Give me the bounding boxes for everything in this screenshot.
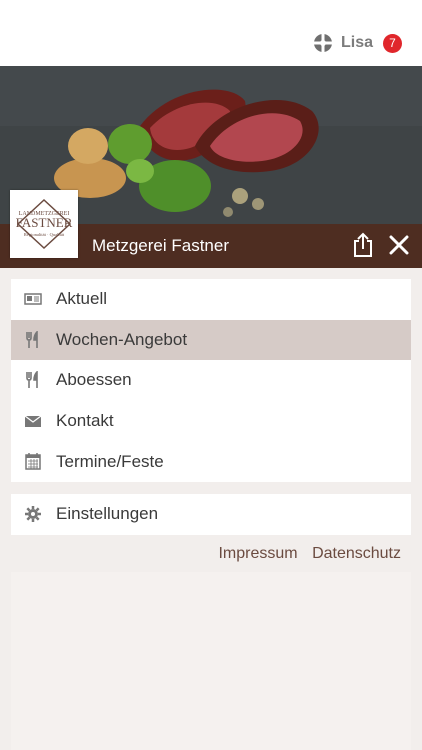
menu-label: Wochen-Angebot — [56, 329, 188, 349]
share-icon[interactable] — [352, 232, 374, 258]
menu-label: Aktuell — [56, 289, 108, 309]
menu-item-kontakt[interactable]: Kontakt — [11, 401, 411, 442]
menu-label: Termine/Feste — [56, 451, 164, 471]
empty-area — [11, 572, 411, 750]
menu-item-termine-feste[interactable]: Termine/Feste — [11, 441, 411, 482]
news-icon — [24, 293, 42, 305]
svg-text:FASTNER: FASTNER — [16, 215, 73, 230]
svg-text:Regionalität · Qualität: Regionalität · Qualität — [24, 232, 65, 237]
menu-item-aktuell[interactable]: Aktuell — [11, 279, 411, 320]
app-title: Metzgerei Fastner — [92, 236, 229, 255]
menu-label: Aboessen — [56, 370, 132, 390]
cutlery-icon — [26, 330, 38, 348]
menu-label: Einstellungen — [56, 504, 159, 524]
envelope-icon — [24, 415, 42, 427]
cutlery-icon — [26, 371, 38, 389]
menu-item-wochen-angebot[interactable]: Wochen-Angebot — [11, 319, 411, 361]
close-icon[interactable] — [388, 234, 410, 256]
impressum-link[interactable]: Impressum — [218, 545, 297, 562]
logo: LANDMETZGEREI FASTNER Regionalität · Qua… — [10, 190, 78, 258]
nav-menu: Aktuell Wochen-Angebot Aboessen Kontakt … — [11, 279, 411, 482]
user-status-icon — [313, 34, 332, 52]
gear-icon — [25, 506, 41, 522]
footer-links: Impressum Datenschutz — [208, 545, 401, 563]
notification-badge[interactable]: 7 — [383, 33, 402, 53]
menu-item-einstellungen[interactable]: Einstellungen — [11, 494, 411, 535]
menu-label: Kontakt — [56, 411, 114, 431]
datenschutz-link[interactable]: Datenschutz — [312, 545, 401, 562]
user-name[interactable]: Lisa — [341, 34, 373, 52]
settings-menu: Einstellungen — [11, 494, 411, 535]
top-bar: Lisa 7 — [0, 0, 422, 66]
calendar-icon — [25, 453, 41, 471]
user-menu[interactable]: Lisa 7 — [313, 33, 402, 53]
menu-item-aboessen[interactable]: Aboessen — [11, 360, 411, 401]
